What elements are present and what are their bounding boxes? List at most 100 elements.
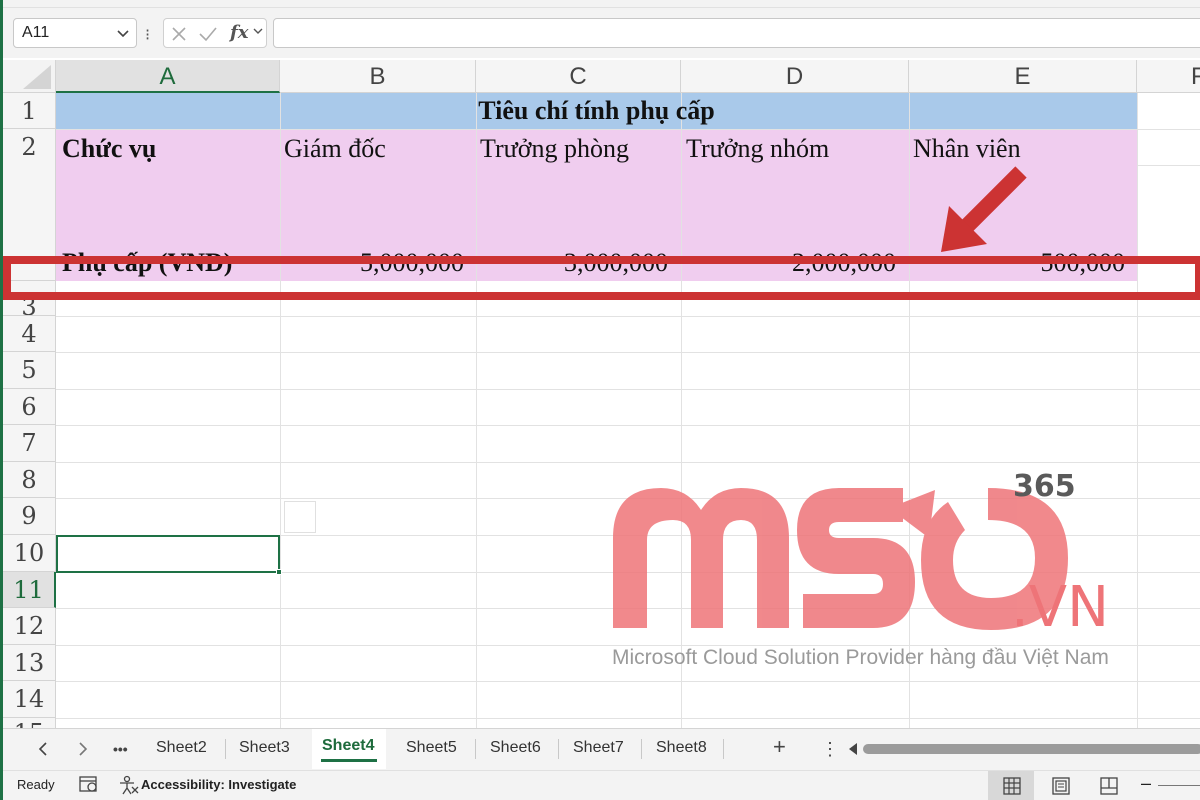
row-label: 1 [21, 97, 37, 125]
row-gridline [56, 389, 1200, 390]
active-cell-a11[interactable] [56, 535, 280, 573]
page-layout-view-icon[interactable] [1052, 777, 1070, 795]
row-header-4[interactable]: 4 [3, 316, 56, 352]
row-header-5[interactable]: 5 [3, 352, 56, 389]
watermark-suffix: .VN [1011, 575, 1109, 640]
dept-head-header-cell[interactable]: Trưởng phòng [480, 134, 629, 164]
tab-sheet6[interactable]: Sheet6 [490, 739, 541, 757]
formula-buttons: fx [163, 18, 267, 48]
formula-input[interactable] [273, 18, 1200, 48]
row-header-1[interactable]: 1 [3, 93, 56, 129]
row-header-12[interactable]: 12 [3, 608, 56, 645]
row-label: 5 [21, 356, 37, 384]
row-header-13[interactable]: 13 [3, 645, 56, 681]
column-header-b[interactable]: B [280, 60, 476, 93]
row-header-6[interactable]: 6 [3, 389, 56, 425]
row-label: 13 [13, 649, 45, 677]
enter-check-icon[interactable] [198, 25, 218, 43]
column-header-e[interactable]: E [909, 60, 1137, 93]
zoom-slider[interactable] [1158, 785, 1200, 786]
row-gridline [56, 681, 1200, 682]
tab-sheet5[interactable]: Sheet5 [406, 739, 457, 757]
row-header-9[interactable]: 9 [3, 498, 56, 535]
tab-sheet4[interactable]: Sheet4 [322, 737, 374, 755]
tab-sheet2[interactable]: Sheet2 [156, 739, 207, 757]
more-sheets-button[interactable]: ••• [113, 741, 128, 757]
chevron-right-icon[interactable] [77, 741, 89, 757]
status-bar: Ready Accessibility: Investigate – [3, 770, 1200, 800]
formula-bar: A11 ⁝ fx [3, 8, 1200, 58]
excel-window: A11 ⁝ fx A B C D E F 1 2 3 4 5 6 7 8 9 1… [0, 0, 1200, 800]
row-label: 2 [21, 133, 37, 161]
select-all-button[interactable] [3, 60, 56, 93]
row-label: 6 [21, 393, 37, 421]
cancel-icon[interactable] [170, 25, 188, 43]
ribbon-edge [3, 0, 1200, 8]
zoom-out-button[interactable]: – [1141, 773, 1151, 794]
row-label: 7 [21, 429, 37, 457]
select-all-triangle-icon [23, 65, 51, 89]
team-lead-header-cell[interactable]: Trưởng nhóm [686, 134, 829, 164]
column-gridline [476, 93, 477, 728]
row-header-14[interactable]: 14 [3, 681, 56, 718]
director-header-cell[interactable]: Giám đốc [284, 134, 386, 164]
macro-recording-icon[interactable] [79, 776, 99, 794]
row-header-10[interactable]: 10 [3, 535, 56, 572]
table-title-cell[interactable]: Tiêu chí tính phụ cấp [56, 96, 1137, 126]
tab-sheet8[interactable]: Sheet8 [656, 739, 707, 757]
row-label: 10 [13, 539, 45, 567]
name-box-value: A11 [22, 24, 50, 41]
row-label: 9 [21, 502, 37, 530]
row-gridline [56, 718, 1200, 719]
column-gridline [280, 93, 281, 728]
chevron-left-icon[interactable] [37, 741, 49, 757]
watermark-tagline: Microsoft Cloud Solution Provider hàng đ… [612, 646, 1109, 669]
formula-bar-grip-icon[interactable]: ⁝ [145, 25, 150, 45]
column-label: A [159, 63, 176, 90]
tab-sheet3[interactable]: Sheet3 [239, 739, 290, 757]
row-header-8[interactable]: 8 [3, 462, 56, 498]
horizontal-scrollbar[interactable] [863, 744, 1200, 754]
column-header-f[interactable]: F [1137, 60, 1200, 93]
column-header-c[interactable]: C [476, 60, 681, 93]
quick-analysis-box[interactable] [284, 501, 316, 533]
fill-handle[interactable] [276, 569, 282, 575]
red-arrow-icon [941, 166, 1027, 252]
position-label-cell[interactable]: Chức vụ [62, 134, 156, 164]
column-label: D [785, 63, 804, 90]
row-gridline [56, 316, 1200, 317]
normal-view-icon[interactable] [1003, 777, 1021, 795]
highlight-box [3, 256, 1200, 300]
row-header-11[interactable]: 11 [3, 572, 56, 608]
scroll-left-arrow-icon[interactable] [849, 743, 857, 755]
column-label: B [369, 63, 386, 90]
row-gridline [56, 129, 1200, 130]
tab-separator [723, 739, 724, 759]
page-break-preview-icon[interactable] [1100, 777, 1118, 795]
chevron-down-icon[interactable] [116, 26, 130, 40]
row-label: 14 [13, 685, 45, 713]
tab-separator [225, 739, 226, 759]
row-label: 15 [14, 719, 45, 728]
accessibility-icon[interactable] [118, 775, 140, 795]
row-gridline [1137, 165, 1200, 166]
sheet-options-button[interactable]: ⋮ [821, 739, 839, 760]
column-header-d[interactable]: D [681, 60, 909, 93]
tab-separator [475, 739, 476, 759]
column-label: E [1014, 63, 1031, 90]
add-sheet-button[interactable]: + [773, 734, 786, 760]
row-label: 12 [13, 612, 45, 640]
row-label: 8 [21, 466, 37, 494]
watermark-badge: 365 [1013, 469, 1076, 504]
row-header-7[interactable]: 7 [3, 425, 56, 462]
accessibility-status[interactable]: Accessibility: Investigate [141, 777, 296, 792]
row-gridline [56, 352, 1200, 353]
sheet-tab-bar: ••• Sheet2 Sheet3 Sheet4 Sheet5 Sheet6 S… [3, 728, 1200, 770]
name-box[interactable]: A11 [13, 18, 137, 48]
tab-separator [558, 739, 559, 759]
insert-function-button[interactable]: fx [230, 22, 248, 43]
row-header-15[interactable]: 15 [3, 718, 56, 728]
column-header-a[interactable]: A [56, 60, 280, 93]
tab-sheet7[interactable]: Sheet7 [573, 739, 624, 757]
chevron-down-icon[interactable] [252, 25, 264, 37]
